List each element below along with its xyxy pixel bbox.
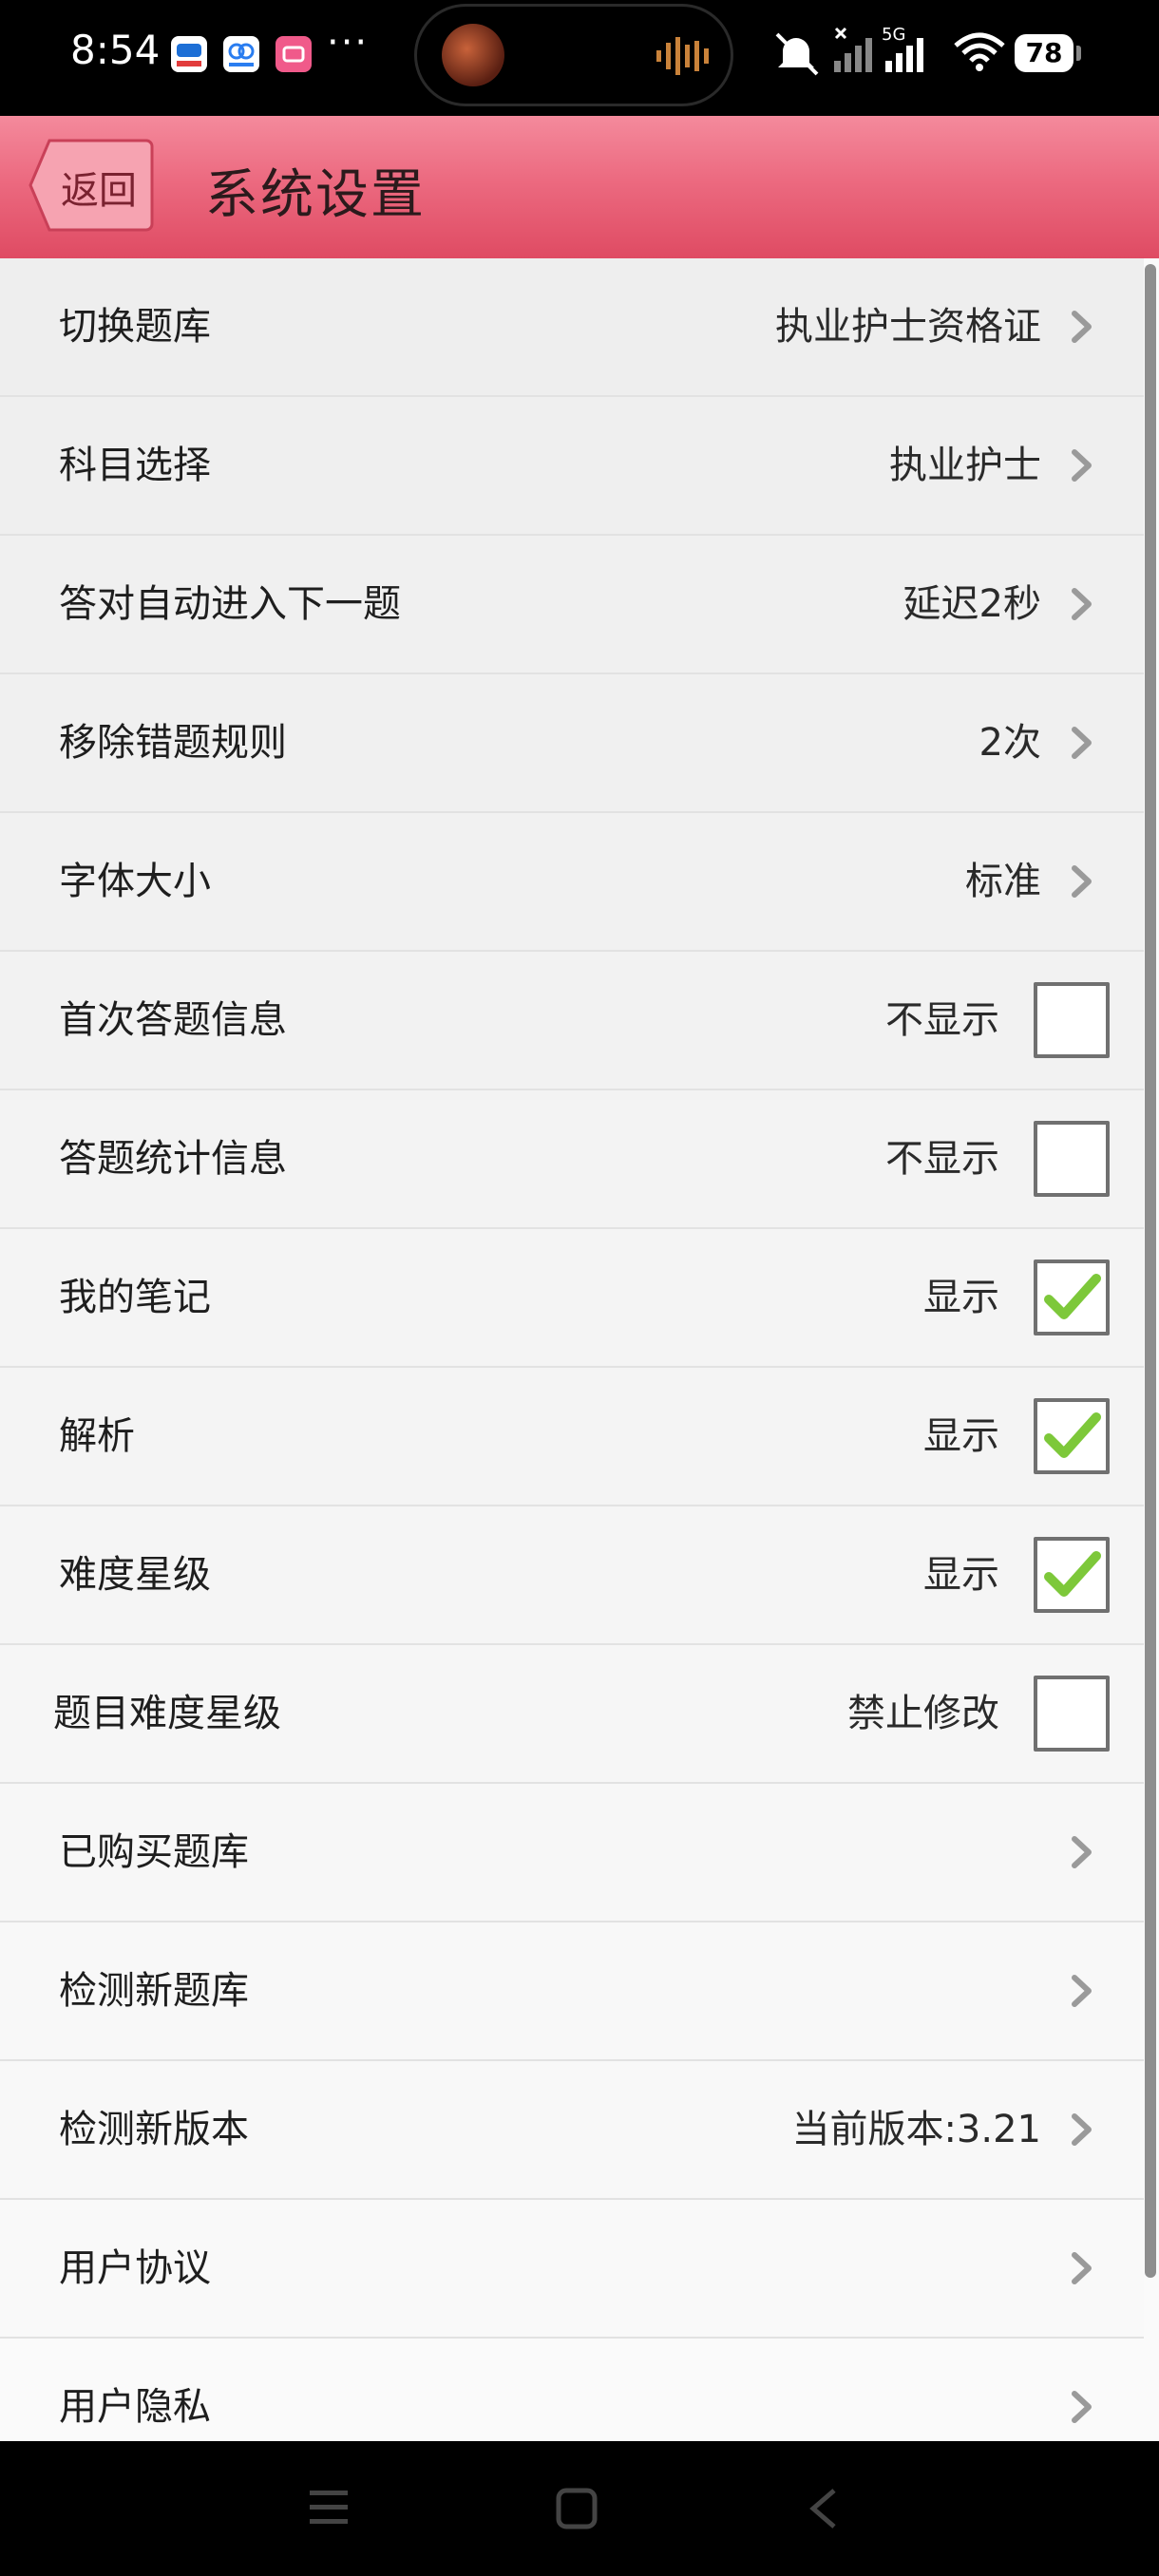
signal-icon — [885, 38, 923, 72]
settings-row-value: 延迟2秒 — [902, 582, 1041, 626]
checkmark-icon — [1044, 1274, 1101, 1319]
settings-checkbox[interactable] — [1034, 1676, 1110, 1752]
settings-row-label: 首次答题信息 — [59, 998, 287, 1042]
settings-checkbox[interactable] — [1034, 1398, 1110, 1474]
back-button[interactable]: 返回 — [28, 139, 154, 232]
settings-row[interactable]: 科目选择 执业护士 — [0, 397, 1144, 536]
settings-row-label: 用户隐私 — [59, 2385, 211, 2429]
settings-row-value: 禁止修改 — [847, 1692, 999, 1735]
settings-row-label: 检测新版本 — [59, 2108, 249, 2151]
settings-list: 切换题库 执业护士资格证科目选择 执业护士答对自动进入下一题 延迟2秒移除错题规则 2次… — [0, 258, 1144, 2441]
settings-row-value: 显示 — [923, 1276, 999, 1319]
title-bar: 返回 系统设置 — [0, 116, 1159, 258]
settings-row[interactable]: 切换题库 执业护士资格证 — [0, 258, 1144, 397]
chevron-right-icon — [1072, 2113, 1092, 2146]
chevron-right-icon — [1072, 449, 1092, 482]
settings-row-value: 显示 — [923, 1414, 999, 1458]
app-icon-3 — [276, 36, 312, 72]
settings-row-value: 标准 — [965, 860, 1041, 903]
chevron-right-icon — [1072, 727, 1092, 759]
settings-row-label: 难度星级 — [59, 1553, 211, 1597]
chevron-right-icon — [1072, 2252, 1092, 2284]
settings-row-label: 字体大小 — [59, 860, 211, 903]
home-icon[interactable] — [555, 2487, 598, 2530]
status-time: 8:54 — [70, 27, 161, 73]
settings-row[interactable]: 首次答题信息 不显示 — [0, 952, 1144, 1090]
settings-row-value: 执业护士资格证 — [775, 305, 1041, 349]
settings-row-label: 用户协议 — [59, 2246, 211, 2290]
chevron-right-icon — [1072, 1975, 1092, 2007]
settings-row-label: 检测新题库 — [59, 1969, 249, 2013]
settings-row-label: 解析 — [59, 1414, 135, 1458]
settings-row-label: 题目难度星级 — [53, 1692, 281, 1735]
chevron-right-icon — [1072, 2391, 1092, 2423]
chevron-right-icon — [1072, 1836, 1092, 1868]
settings-row[interactable]: 检测新版本 当前版本:3.21 — [0, 2061, 1144, 2200]
settings-row[interactable]: 题目难度星级 禁止修改 — [0, 1645, 1144, 1784]
status-bar: 8:54 ··· 5G 78 — [0, 0, 1159, 116]
settings-row[interactable]: 用户隐私 — [0, 2339, 1144, 2441]
settings-row-label: 科目选择 — [59, 444, 211, 487]
settings-row[interactable]: 已购买题库 — [0, 1784, 1144, 1923]
settings-row-label: 答题统计信息 — [59, 1137, 287, 1181]
app-icon-2 — [223, 36, 259, 72]
battery-icon: 78 — [1015, 34, 1081, 72]
mute-icon — [775, 32, 819, 76]
chevron-right-icon — [1072, 311, 1092, 343]
page-title: 系统设置 — [205, 164, 426, 226]
scrollbar[interactable] — [1145, 264, 1156, 2278]
settings-row-label: 我的笔记 — [59, 1276, 211, 1319]
settings-row-label: 已购买题库 — [59, 1830, 249, 1874]
settings-checkbox[interactable] — [1034, 982, 1110, 1058]
checkmark-icon — [1044, 1551, 1101, 1597]
settings-row[interactable]: 用户协议 — [0, 2200, 1144, 2339]
settings-row[interactable]: 答对自动进入下一题 延迟2秒 — [0, 536, 1144, 674]
back-nav-icon[interactable] — [804, 2487, 842, 2530]
settings-row-value: 显示 — [923, 1553, 999, 1597]
wifi-icon — [954, 32, 1005, 71]
app-icon-1 — [171, 36, 207, 72]
settings-row-value: 当前版本:3.21 — [791, 2108, 1041, 2151]
media-thumbnail — [442, 24, 504, 86]
settings-row[interactable]: 我的笔记 显示 — [0, 1229, 1144, 1368]
settings-checkbox[interactable] — [1034, 1260, 1110, 1335]
audio-wave-icon — [656, 37, 709, 75]
menu-icon[interactable] — [306, 2487, 352, 2529]
settings-row-value: 不显示 — [885, 1137, 999, 1181]
navigation-bar — [0, 2441, 1159, 2576]
settings-checkbox[interactable] — [1034, 1537, 1110, 1613]
settings-row-label: 答对自动进入下一题 — [59, 582, 401, 626]
settings-row-value: 不显示 — [885, 998, 999, 1042]
settings-row[interactable]: 检测新题库 — [0, 1923, 1144, 2061]
settings-row-value: 2次 — [978, 721, 1041, 765]
back-label: 返回 — [61, 169, 137, 213]
settings-row[interactable]: 字体大小 标准 — [0, 813, 1144, 952]
settings-row[interactable]: 答题统计信息 不显示 — [0, 1090, 1144, 1229]
no-signal-icon — [834, 27, 872, 72]
settings-row-label: 移除错题规则 — [59, 721, 287, 765]
settings-row[interactable]: 解析 显示 — [0, 1368, 1144, 1506]
settings-row[interactable]: 移除错题规则 2次 — [0, 674, 1144, 813]
dynamic-island[interactable] — [414, 4, 733, 106]
chevron-right-icon — [1072, 865, 1092, 898]
settings-row[interactable]: 难度星级 显示 — [0, 1506, 1144, 1645]
chevron-right-icon — [1072, 588, 1092, 620]
settings-row-value: 执业护士 — [889, 444, 1041, 487]
checkmark-icon — [1044, 1412, 1101, 1458]
settings-row-label: 切换题库 — [59, 305, 211, 349]
more-notifications-icon: ··· — [327, 21, 370, 65]
settings-checkbox[interactable] — [1034, 1121, 1110, 1197]
